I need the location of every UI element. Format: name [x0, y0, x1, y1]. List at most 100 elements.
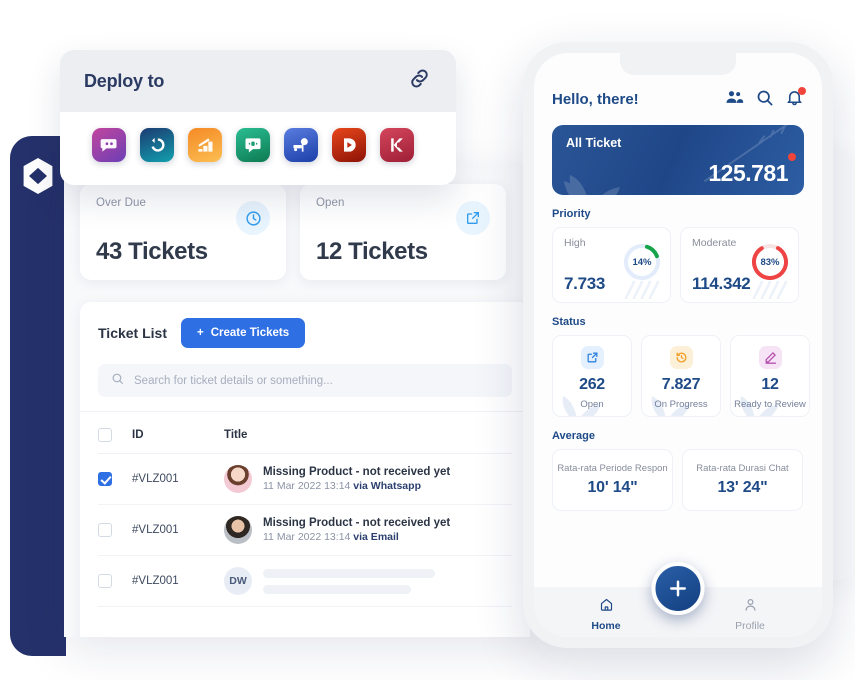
stairs-arrow-icon — [198, 138, 213, 152]
tab-home[interactable]: Home — [564, 597, 648, 632]
notification-badge — [798, 86, 806, 95]
app-icon-chatbot[interactable] — [92, 128, 126, 162]
average-card-response[interactable]: Rata-rata Periode Respon 10' 14" — [552, 449, 673, 511]
ticket-id: #VLZ001 — [132, 555, 224, 607]
row-select-cell — [98, 453, 132, 505]
speech-bubble-icon — [245, 138, 261, 153]
phone-notch — [620, 53, 736, 75]
search-icon — [111, 372, 124, 390]
table-row[interactable]: #VLZ001 Missing Product - not received y… — [98, 504, 512, 556]
average-card-chat[interactable]: Rata-rata Durasi Chat 13' 24" — [682, 449, 803, 511]
priority-card-moderate[interactable]: Moderate 114.342 83% — [680, 227, 799, 303]
app-icon-livechat[interactable] — [236, 128, 270, 162]
tab-label: Profile — [735, 619, 765, 632]
select-all-cell — [98, 416, 132, 454]
leaf-decoration — [564, 175, 620, 195]
row-checkbox[interactable] — [98, 574, 112, 588]
all-ticket-badge-dot — [788, 153, 796, 161]
ticket-list-panel: Ticket List + Create Tickets Search for … — [80, 302, 530, 637]
row-checkbox[interactable] — [98, 523, 112, 537]
app-sidebar — [10, 136, 66, 656]
section-heading-average: Average — [552, 430, 596, 442]
row-checkbox[interactable] — [98, 472, 112, 486]
search-input[interactable] — [134, 374, 499, 387]
deploy-header: Deploy to — [60, 50, 456, 112]
priority-value: 7.733 — [564, 274, 606, 293]
status-card-ready-to-review[interactable]: 12 Ready to Review — [730, 335, 810, 417]
app-icon-analytics[interactable] — [188, 128, 222, 162]
table-row[interactable]: #VLZ001 Missing Product - not received y… — [98, 453, 512, 505]
pencil-icon — [758, 346, 782, 369]
average-card-list[interactable]: Rata-rata Periode Respon 10' 14" Rata-ra… — [552, 449, 804, 511]
create-tickets-button[interactable]: + Create Tickets — [181, 318, 306, 348]
average-value: 13' 24" — [717, 479, 768, 497]
stat-card-open[interactable]: Open 12 Tickets — [300, 184, 506, 280]
tab-profile[interactable]: Profile — [708, 597, 792, 632]
ticket-meta: 11 Mar 2022 13:14 via Email — [263, 531, 399, 543]
status-card-list[interactable]: 262 Open 7.827 On Progress 12 Ready to R… — [552, 335, 810, 417]
bell-notification-icon[interactable] — [785, 86, 806, 112]
row-select-cell — [98, 504, 132, 556]
stat-value: 12 Tickets — [316, 238, 428, 265]
all-ticket-card[interactable]: All Ticket 125.781 — [552, 125, 804, 195]
leaf-decoration — [562, 396, 601, 416]
create-tickets-label: Create Tickets — [210, 327, 290, 339]
phone-mockup: Hello, there! All Ticket 125.781 Priorit… — [523, 42, 833, 648]
add-ticket-fab-button[interactable] — [651, 562, 705, 615]
priority-card-list[interactable]: High 7.733 14% Moderate 114.342 83% — [552, 227, 804, 303]
page-title: Ticket List — [98, 325, 167, 341]
external-link-icon — [456, 201, 490, 235]
avatar-initials: DW — [224, 567, 252, 595]
stat-value: 43 Tickets — [96, 238, 208, 265]
priority-card-high[interactable]: High 7.733 14% — [552, 227, 671, 303]
leaf-decoration — [651, 396, 690, 416]
table-row[interactable]: #VLZ001 DW — [98, 555, 512, 607]
leaf-decoration — [740, 396, 779, 416]
select-all-checkbox[interactable] — [98, 428, 112, 442]
app-icon-telemarket[interactable] — [284, 128, 318, 162]
ticket-title-cell: DW — [224, 555, 512, 607]
average-value: 10' 14" — [587, 479, 638, 497]
external-link-icon — [580, 346, 604, 369]
screenshot-canvas: Over Due 43 Tickets Open 12 Tickets Tick… — [0, 0, 855, 680]
chat-robot-icon — [100, 139, 117, 152]
average-label: Rata-rata Durasi Chat — [696, 462, 789, 474]
ticket-table: ID Title #VLZ001 Missing Product - not r… — [98, 416, 512, 607]
k-letter-icon — [391, 138, 403, 152]
ticket-title: Missing Product - not received yet — [263, 466, 451, 478]
status-card-open[interactable]: 262 Open — [552, 335, 632, 417]
person-icon — [743, 597, 758, 617]
search-bar[interactable] — [98, 364, 512, 397]
app-icon-redash[interactable] — [140, 128, 174, 162]
megaphone-icon — [293, 138, 308, 152]
skeleton-line — [263, 568, 435, 578]
status-card-on-progress[interactable]: 7.827 On Progress — [641, 335, 721, 417]
ticket-id: #VLZ001 — [132, 504, 224, 556]
average-label: Rata-rata Periode Respon — [557, 462, 668, 474]
stat-card-overdue[interactable]: Over Due 43 Tickets — [80, 184, 286, 280]
row-select-cell — [98, 555, 132, 607]
search-icon[interactable] — [755, 88, 774, 112]
priority-percent: 14% — [632, 256, 652, 268]
plus-icon: + — [197, 327, 204, 339]
ticket-list-header: Ticket List + Create Tickets — [98, 318, 512, 348]
tab-label: Home — [591, 619, 621, 632]
people-group-icon[interactable] — [724, 87, 744, 112]
deploy-title: Deploy to — [84, 70, 165, 91]
app-icon-dialog[interactable] — [332, 128, 366, 162]
link-chain-icon[interactable] — [407, 66, 432, 96]
section-heading-priority: Priority — [552, 208, 591, 220]
divider — [80, 411, 530, 412]
all-ticket-value: 125.781 — [708, 160, 788, 186]
avatar — [224, 465, 252, 493]
home-icon — [599, 597, 614, 617]
priority-donut-high: 14% — [621, 241, 663, 283]
hexagon-logo-icon — [20, 156, 56, 196]
priority-donut-moderate: 83% — [749, 241, 791, 283]
app-icon-kommo[interactable] — [380, 128, 414, 162]
column-header-title: Title — [224, 416, 512, 454]
phone-screen: Hello, there! All Ticket 125.781 Priorit… — [534, 53, 822, 637]
plus-icon — [670, 580, 686, 597]
ticket-id: #VLZ001 — [132, 453, 224, 505]
ticket-title-cell: Missing Product - not received yet 11 Ma… — [224, 453, 512, 505]
